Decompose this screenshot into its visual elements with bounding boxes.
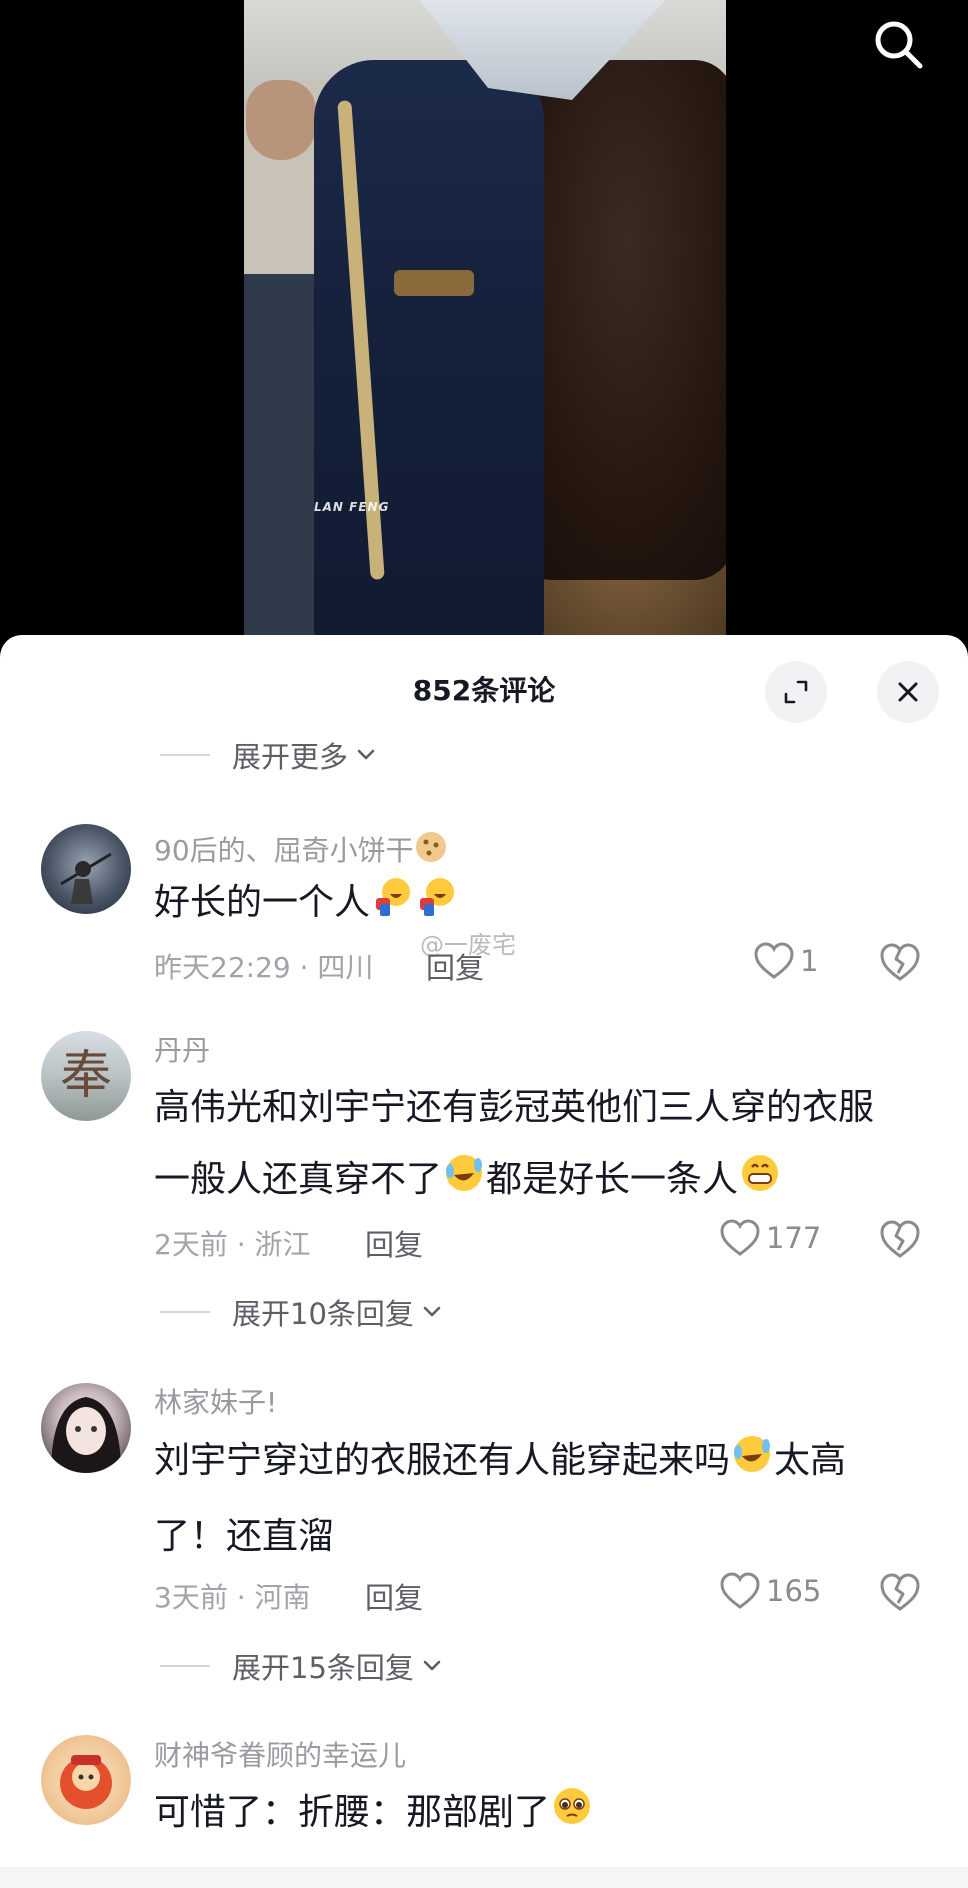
broken-heart-icon [880, 1220, 920, 1258]
close-icon [898, 682, 918, 702]
chevron-down-icon [423, 1306, 441, 1317]
avatar-image [60, 1755, 112, 1809]
comment-text: 刘宇宁穿过的衣服还有人能穿起来吗 太高 了！还直溜 [154, 1425, 924, 1573]
avatar[interactable] [41, 824, 131, 914]
comment-text: 好长的一个人 [154, 867, 924, 943]
comment-meta: 3天前 · 河南 [154, 1581, 311, 1614]
comment-meta: 昨天22:29 · 四川 [154, 951, 374, 984]
expand-more-label: 展开更多 [232, 740, 349, 774]
dislike-button[interactable] [878, 1571, 922, 1613]
dislike-button[interactable] [878, 1218, 922, 1260]
search-button[interactable] [868, 14, 932, 78]
avatar[interactable] [41, 1383, 131, 1473]
pleading-emoji [550, 1781, 594, 1853]
video-frame: LAN FENG [244, 0, 726, 650]
like-count: 1 [800, 944, 819, 978]
expand-icon [784, 680, 808, 704]
like-button[interactable]: 165 [718, 1571, 821, 1611]
reply-button[interactable]: 回复 [365, 1584, 423, 1613]
heart-icon [754, 942, 794, 979]
reply-button[interactable]: 回复 [426, 954, 484, 983]
expand-replies-label: 展开15条回复 [232, 1651, 414, 1685]
search-icon [875, 21, 923, 69]
comment-text: 可惜了：折腰：那部剧了 [154, 1777, 924, 1853]
laughing-tears-emoji [442, 1148, 486, 1220]
close-sheet-button[interactable] [877, 661, 939, 723]
comment-sheet: 852条评论 展开更多 90后的、屈奇小饼干 好长的一个人 @一废宅 昨天22:… [0, 635, 968, 1888]
reply-button[interactable]: 回复 [365, 1231, 423, 1260]
svg-text:奉: 奉 [60, 1046, 112, 1106]
laughing-tears-emoji [730, 1429, 774, 1501]
video-player[interactable]: LAN FENG [0, 0, 968, 650]
heart-icon [720, 1572, 760, 1609]
expand-replies-row[interactable]: 展开15条回复 [160, 1646, 446, 1686]
actor-robe-shape [314, 60, 544, 650]
like-count: 177 [766, 1221, 822, 1255]
dislike-button[interactable] [878, 941, 922, 983]
grinning-emoji [738, 1148, 782, 1220]
comment-username[interactable]: 丹丹 [154, 1037, 210, 1065]
avatar-image [60, 852, 112, 904]
bottom-bar [0, 1867, 968, 1888]
avatar-image: 奉 [60, 1046, 112, 1106]
chevron-down-icon [357, 749, 375, 760]
like-button[interactable]: 177 [718, 1218, 821, 1258]
expand-replies-label: 展开10条回复 [232, 1297, 414, 1331]
broken-heart-icon [880, 943, 920, 981]
expand-more-row[interactable]: 展开更多 [160, 735, 380, 775]
comment-username[interactable]: 林家妹子! [154, 1389, 277, 1417]
comment-username[interactable]: 财神爷眷顾的幸运儿 [154, 1742, 406, 1770]
comment-username[interactable]: 90后的、屈奇小饼干 [154, 830, 448, 869]
cookie-emoji [414, 830, 448, 869]
chevron-down-icon [423, 1660, 441, 1671]
comment-text: 高伟光和刘宇宁还有彭冠英他们三人穿的衣服 一般人还真穿不了 都是好长一条人 [154, 1072, 924, 1220]
like-button[interactable]: 1 [752, 941, 818, 981]
video-watermark: LAN FENG [314, 500, 390, 514]
heart-icon [720, 1219, 760, 1256]
comment-meta: 2天前 · 浙江 [154, 1228, 311, 1261]
avatar-image [51, 1397, 121, 1473]
avatar[interactable]: 奉 [41, 1031, 131, 1121]
expand-sheet-button[interactable] [765, 661, 827, 723]
expand-replies-row[interactable]: 展开10条回复 [160, 1292, 446, 1332]
like-count: 165 [766, 1574, 822, 1608]
laughing-emoji [370, 871, 414, 943]
avatar[interactable] [41, 1735, 131, 1825]
broken-heart-icon [880, 1573, 920, 1611]
